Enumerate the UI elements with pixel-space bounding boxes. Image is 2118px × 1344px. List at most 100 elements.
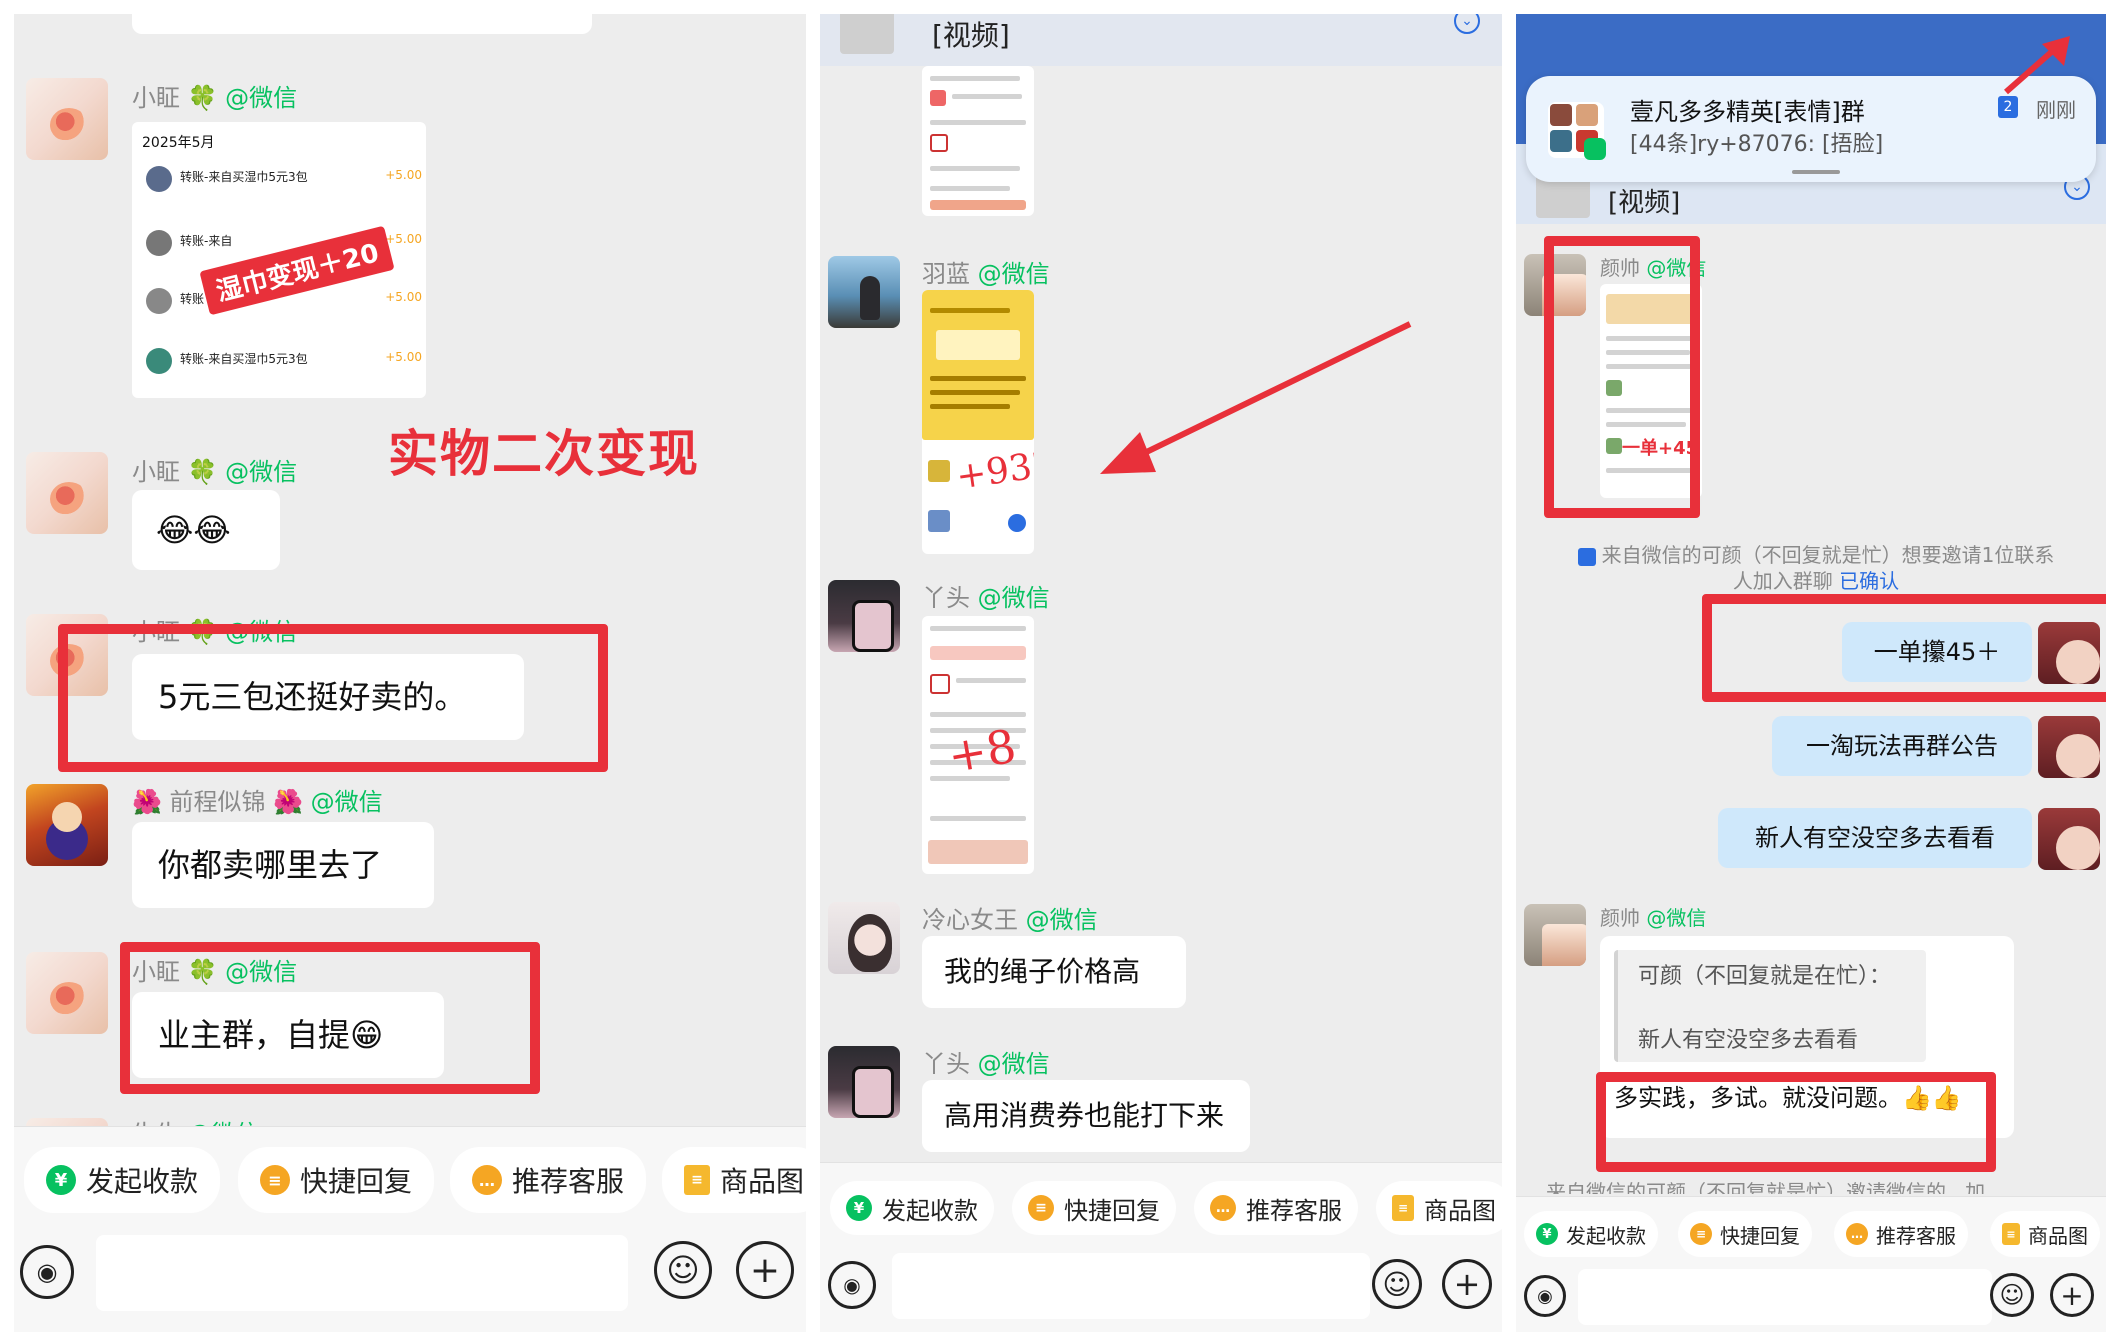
plus-icon[interactable]: + xyxy=(736,1241,794,1299)
avatar-yatou[interactable] xyxy=(828,580,900,652)
quick-reply-icon: ≡ xyxy=(260,1165,290,1195)
chip-label: 发起收款 xyxy=(86,1165,199,1198)
emoji-icon[interactable]: ☺ xyxy=(1372,1259,1422,1309)
message-bubble[interactable]: 😂😂 xyxy=(132,490,280,570)
avatar-yulan[interactable] xyxy=(828,256,900,328)
sender-label: 丫头 @微信 xyxy=(922,1050,1050,1078)
message-input[interactable] xyxy=(892,1253,1370,1319)
sender-label: 🌺 前程似锦 🌺 @微信 xyxy=(132,788,383,816)
sender-label: 小眐 🍀 @微信 xyxy=(132,458,298,486)
chip-payment[interactable]: ¥ 发起收款 xyxy=(830,1181,994,1235)
notification-title: 壹凡多多精英[表情]群 xyxy=(1630,98,1865,126)
highlight-box xyxy=(120,942,540,1094)
chip-quick-reply[interactable]: ≡ 快捷回复 xyxy=(1678,1211,1812,1257)
quoted-message[interactable]: 可颜（不回复就是在忙）： 新人有空没空多去看看 xyxy=(1614,950,1926,1062)
chat-icon: … xyxy=(1210,1195,1236,1221)
avatar-xiaomang[interactable] xyxy=(26,452,108,534)
chip-label: 快捷回复 xyxy=(1064,1196,1160,1225)
bill-row-title: 转账-来自买湿巾5元3包 xyxy=(180,170,308,184)
chip-payment[interactable]: ¥ 发起收款 xyxy=(24,1147,221,1213)
my-avatar[interactable] xyxy=(2038,716,2100,778)
bill-avatar xyxy=(146,348,172,374)
message-text: 😂😂 xyxy=(156,511,231,549)
emoji-icon[interactable]: ☺ xyxy=(654,1241,712,1299)
bill-avatar xyxy=(146,230,172,256)
bill-month: 2025年5月 xyxy=(142,135,215,151)
chip-quick-reply[interactable]: ≡ 快捷回复 xyxy=(238,1147,435,1213)
chat-icon: … xyxy=(472,1165,502,1195)
bill-avatar xyxy=(146,166,172,192)
message-bubble[interactable]: 你都卖哪里去了 xyxy=(132,822,434,908)
avatar-xiaomang[interactable] xyxy=(26,78,108,160)
avatar-qiancheng[interactable] xyxy=(26,784,108,866)
video-label: [视频] xyxy=(1608,188,1681,218)
chat-icon: … xyxy=(1846,1223,1868,1245)
my-message-bubble[interactable]: 一淘玩法再群公告 xyxy=(1772,716,2032,776)
image-message[interactable]: +933 xyxy=(922,290,1034,554)
chip-product-image[interactable]: ≡ 商品图 xyxy=(662,1147,806,1213)
chip-support[interactable]: … 推荐客服 xyxy=(1834,1211,1968,1257)
bill-row-amount: +5.00 xyxy=(385,290,422,304)
bill-row-title: 转账-来自买湿巾5元3包 xyxy=(180,352,308,366)
confirm-link[interactable]: 已确认 xyxy=(1839,569,1899,593)
chat-panel-3: [视频] ⌄ 壹凡多多精英[表情]群 [44条]ry+87076: [捂脸] 2… xyxy=(1516,14,2106,1332)
yen-icon: ¥ xyxy=(846,1195,872,1221)
chip-quick-reply[interactable]: ≡ 快捷回复 xyxy=(1012,1181,1176,1235)
system-notice-cropped: 来自微信的可颜（不回复就是忙）邀请微信的...加 xyxy=(1546,1180,1986,1194)
image-message[interactable]: +8 xyxy=(922,616,1034,874)
video-thumbnail[interactable] xyxy=(840,14,894,54)
input-toolbar: ¥ 发起收款 ≡ 快捷回复 … 推荐客服 ≡ 商品图 ◉ ☺ + xyxy=(14,1126,806,1332)
input-toolbar: ¥ 发起收款 ≡ 快捷回复 … 推荐客服 ≡ 商品图 ◉ ☺ + xyxy=(1516,1196,2106,1332)
plus-icon[interactable]: + xyxy=(2050,1273,2094,1317)
avatar-xiaomang[interactable] xyxy=(26,952,108,1034)
chip-label: 发起收款 xyxy=(882,1196,978,1225)
highlight-box xyxy=(1544,236,1700,518)
quick-reply-icon: ≡ xyxy=(1028,1195,1054,1221)
quick-reply-icon: ≡ xyxy=(1690,1223,1712,1245)
image-message[interactable] xyxy=(922,66,1034,216)
chip-label: 商品图 xyxy=(720,1165,805,1198)
chip-label: 快捷回复 xyxy=(300,1165,413,1198)
message-bubble[interactable]: 高用消费券也能打下来 xyxy=(922,1080,1250,1152)
message-input[interactable] xyxy=(1578,1269,1992,1325)
system-notice-text: 人加入群聊 xyxy=(1732,569,1833,593)
voice-icon[interactable]: ◉ xyxy=(828,1261,876,1309)
bill-row-amount: +5.00 xyxy=(385,232,422,246)
video-label: [视频] xyxy=(932,19,1010,52)
quote-text: 新人有空没空多去看看 xyxy=(1638,1028,1859,1053)
chip-product-image[interactable]: ≡ 商品图 xyxy=(1376,1181,1502,1235)
avatar-yanshuai[interactable] xyxy=(1524,904,1586,966)
drag-handle[interactable] xyxy=(1792,170,1840,174)
chip-label: 商品图 xyxy=(1424,1196,1496,1225)
notification-preview: [44条]ry+87076: [捂脸] xyxy=(1630,132,1884,157)
sender-label: 丫头 @微信 xyxy=(922,584,1050,612)
chip-support[interactable]: … 推荐客服 xyxy=(1194,1181,1358,1235)
emoji-icon[interactable]: ☺ xyxy=(1990,1273,2034,1317)
plus-icon[interactable]: + xyxy=(1442,1259,1492,1309)
avatar-lengxin[interactable] xyxy=(828,902,900,974)
voice-icon[interactable]: ◉ xyxy=(20,1245,74,1299)
input-toolbar: ¥ 发起收款 ≡ 快捷回复 … 推荐客服 ≡ 商品图 ◉ ☺ + xyxy=(820,1162,1502,1332)
red-arrow-icon xyxy=(1100,321,1412,474)
message-input[interactable] xyxy=(96,1235,628,1311)
bill-screenshot[interactable]: 2025年5月 转账-来自买湿巾5元3包 +5.00 转账-来自 +5.00 转… xyxy=(132,122,426,398)
bill-row-amount: +5.00 xyxy=(385,168,422,182)
system-notice-text: 来自微信的可颜（不回复就是忙）想要邀请1位联系 xyxy=(1601,543,2055,567)
my-avatar[interactable] xyxy=(2038,808,2100,870)
message-bubble-cropped[interactable] xyxy=(132,14,592,34)
system-notice: 来自微信的可颜（不回复就是忙）想要邀请1位联系 人加入群聊 已确认 xyxy=(1536,542,2096,594)
handwriting: +933 xyxy=(953,443,1034,498)
message-bubble[interactable]: 我的绳子价格高 xyxy=(922,936,1186,1008)
chip-label: 推荐客服 xyxy=(512,1165,625,1198)
chat-panel-2: [视频] ⌄ 羽蓝 @微信 +933 丫头 @微信 +8 冷心女王 @微信 我的… xyxy=(820,14,1502,1332)
avatar-yatou[interactable] xyxy=(828,1046,900,1118)
document-icon: ≡ xyxy=(2002,1223,2020,1245)
my-message-bubble[interactable]: 新人有空没空多去看看 xyxy=(1718,808,2032,868)
voice-icon[interactable]: ◉ xyxy=(1524,1275,1566,1317)
chip-payment[interactable]: ¥ 发起收款 xyxy=(1524,1211,1658,1257)
chip-product-image[interactable]: ≡ 商品图 xyxy=(1990,1211,2100,1257)
yen-icon: ¥ xyxy=(1536,1223,1558,1245)
sender-label: 颜帅 @微信 xyxy=(1600,906,1707,930)
chip-label: 推荐客服 xyxy=(1876,1223,1956,1248)
chip-support[interactable]: … 推荐客服 xyxy=(450,1147,647,1213)
